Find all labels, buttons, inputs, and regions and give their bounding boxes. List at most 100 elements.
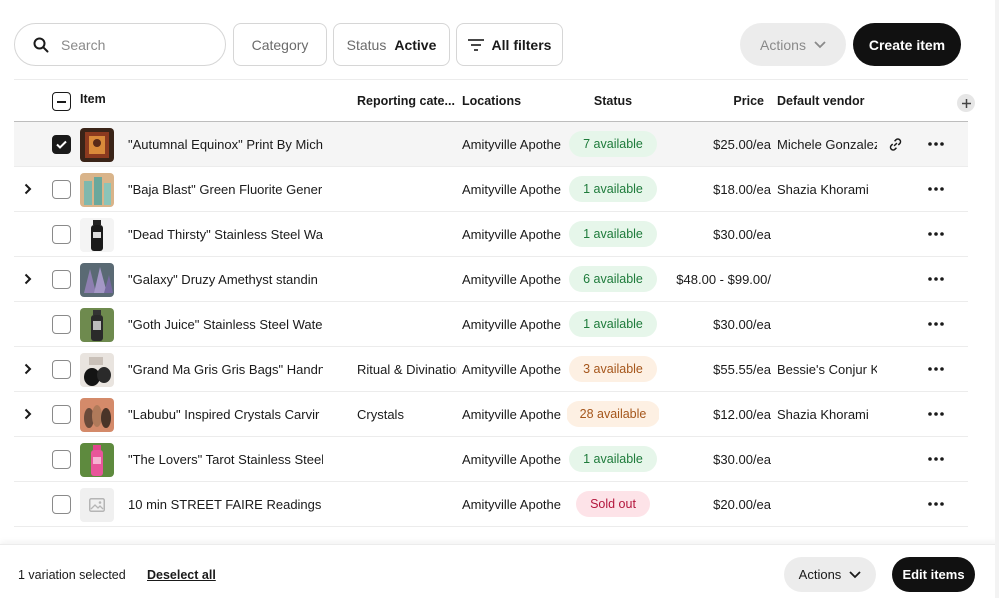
row-checkbox[interactable] [52, 315, 71, 334]
row-checkbox[interactable] [52, 225, 71, 244]
item-category [357, 122, 457, 166]
table-row[interactable]: "Galaxy" Druzy Amethyst standin Amityvill… [14, 257, 968, 302]
status-filter-value: Active [394, 36, 437, 53]
item-category [357, 212, 457, 256]
add-column-button[interactable] [957, 94, 975, 112]
actions-menu-label: Actions [760, 36, 806, 53]
row-checkbox[interactable] [52, 495, 71, 514]
bulk-actions-button[interactable]: Actions [784, 557, 876, 592]
row-more-button[interactable] [928, 122, 944, 166]
item-category [357, 302, 457, 346]
item-category [357, 482, 457, 526]
expand-row-button[interactable] [24, 392, 32, 436]
vendor-link-button[interactable] [888, 122, 903, 166]
row-checkbox[interactable] [52, 180, 71, 199]
item-name[interactable]: "Autumnal Equinox" Print By Mich [128, 122, 323, 166]
item-name[interactable]: 10 min STREET FAIRE Readings [128, 482, 323, 526]
more-horizontal-icon [928, 232, 944, 236]
item-thumbnail [80, 263, 114, 297]
category-filter-button[interactable]: Category [233, 23, 327, 66]
item-vendor: Shazia Khorami [777, 181, 869, 197]
chevron-right-icon [24, 408, 32, 420]
status-badge: 7 available [569, 131, 657, 157]
filter-icon [467, 38, 484, 51]
chevron-right-icon [24, 183, 32, 195]
items-table: Item Reporting cate... Locations Status … [14, 78, 975, 527]
search-box[interactable] [14, 23, 226, 66]
row-checkbox[interactable] [52, 270, 71, 289]
row-more-button[interactable] [928, 257, 944, 301]
edit-items-button[interactable]: Edit items [892, 557, 975, 592]
item-vendor: Bessie's Conjur Ki [777, 361, 877, 377]
expand-row-button[interactable] [24, 347, 32, 391]
row-checkbox[interactable] [52, 135, 71, 154]
bulk-actions-label: Actions [798, 567, 842, 582]
item-category: Crystals [357, 406, 404, 422]
row-more-button[interactable] [928, 212, 944, 256]
deselect-all-link[interactable]: Deselect all [147, 545, 216, 598]
item-vendor [777, 302, 877, 346]
item-location: Amityville Apothe [462, 226, 561, 242]
table-row[interactable]: "The Lovers" Tarot Stainless Steel Amityv… [14, 437, 968, 482]
selection-count: 1 variation selected [18, 568, 126, 582]
item-thumbnail [80, 173, 114, 207]
table-row[interactable]: "Baja Blast" Green Fluorite Gener Amityvi… [14, 167, 968, 212]
table-row[interactable]: 10 min STREET FAIRE Readings Amityville A… [14, 482, 968, 527]
item-vendor: Michele Gonzalez [777, 136, 877, 152]
item-status: 1 available [567, 302, 659, 346]
status-badge: 1 available [569, 311, 657, 337]
expand-row-button[interactable] [24, 257, 32, 301]
row-more-button[interactable] [928, 347, 944, 391]
item-name[interactable]: "Galaxy" Druzy Amethyst standin [128, 257, 323, 301]
toolbar: Category Status Active All filters Actio… [0, 0, 999, 80]
item-name[interactable]: "Dead Thirsty" Stainless Steel Wa [128, 212, 323, 256]
table-row[interactable]: "Dead Thirsty" Stainless Steel Wa Amityvi… [14, 212, 968, 257]
item-price: $30.00/ea [713, 226, 771, 242]
item-location: Amityville Apothe [462, 316, 561, 332]
row-checkbox[interactable] [52, 405, 71, 424]
item-name[interactable]: "Labubu" Inspired Crystals Carvir [128, 392, 323, 436]
create-item-label: Create item [868, 36, 946, 53]
item-status: 3 available [567, 347, 659, 391]
create-item-button[interactable]: Create item [853, 23, 961, 66]
table-row[interactable]: "Labubu" Inspired Crystals Carvir Crystal… [14, 392, 968, 437]
column-header-category[interactable]: Reporting cate... [357, 80, 457, 121]
column-header-status[interactable]: Status [567, 80, 659, 121]
row-more-button[interactable] [928, 302, 944, 346]
item-thumbnail [80, 488, 114, 522]
column-header-item[interactable]: Item [80, 78, 180, 119]
more-horizontal-icon [928, 502, 944, 506]
item-status: 1 available [567, 437, 659, 481]
search-input[interactable] [61, 36, 201, 53]
row-more-button[interactable] [928, 437, 944, 481]
row-more-button[interactable] [928, 167, 944, 211]
page-scrollbar[interactable] [995, 0, 999, 598]
actions-menu-button[interactable]: Actions [740, 23, 846, 66]
row-more-button[interactable] [928, 482, 944, 526]
row-checkbox[interactable] [52, 360, 71, 379]
column-header-price[interactable]: Price [669, 80, 764, 121]
table-header: Item Reporting cate... Locations Status … [14, 78, 975, 122]
status-badge: 1 available [569, 176, 657, 202]
item-name[interactable]: "Baja Blast" Green Fluorite Gener [128, 167, 323, 211]
item-name[interactable]: "Grand Ma Gris Gris Bags" Handn [128, 347, 323, 391]
status-filter-button[interactable]: Status Active [333, 23, 450, 66]
table-row[interactable]: "Autumnal Equinox" Print By Mich Amityvil… [14, 122, 968, 167]
table-row[interactable]: "Grand Ma Gris Gris Bags" Handn Ritual & … [14, 347, 968, 392]
column-header-locations[interactable]: Locations [462, 80, 561, 121]
item-price: $20.00/ea [713, 496, 771, 512]
item-vendor [777, 212, 877, 256]
item-name[interactable]: "The Lovers" Tarot Stainless Steel [128, 437, 323, 481]
row-more-button[interactable] [928, 392, 944, 436]
item-status: 1 available [567, 212, 659, 256]
expand-row-button[interactable] [24, 167, 32, 211]
table-row[interactable]: "Goth Juice" Stainless Steel Wate Amityvi… [14, 302, 968, 347]
item-location: Amityville Apothe [462, 136, 561, 152]
select-all-checkbox[interactable] [52, 92, 71, 111]
item-name[interactable]: "Goth Juice" Stainless Steel Wate [128, 302, 323, 346]
column-header-vendor[interactable]: Default vendor [777, 80, 887, 121]
row-checkbox[interactable] [52, 450, 71, 469]
check-icon [56, 140, 67, 149]
all-filters-button[interactable]: All filters [456, 23, 563, 66]
status-badge: 28 available [567, 401, 659, 427]
